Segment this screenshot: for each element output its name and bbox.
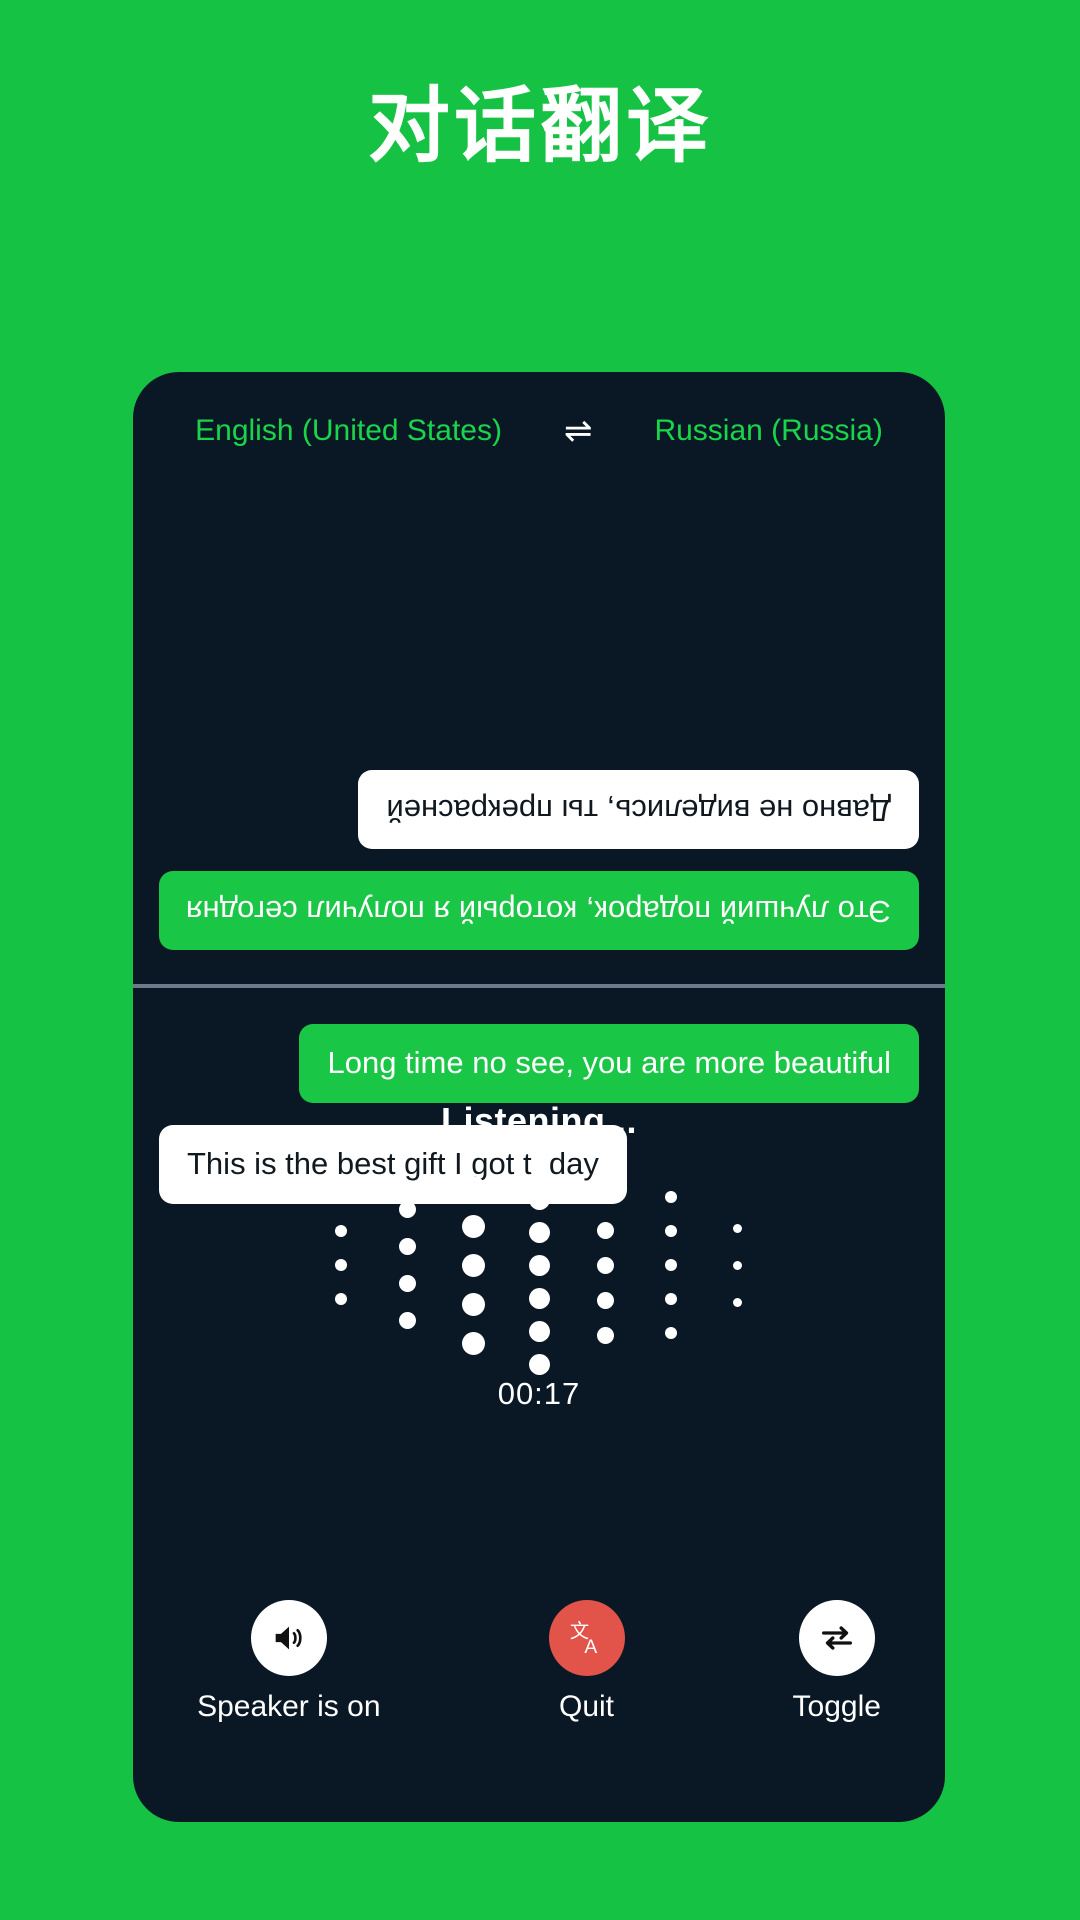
- waveform-column-1: [308, 1225, 374, 1305]
- waveform-dot: [398, 1312, 416, 1329]
- message-row: Давно не виделись, ты прекрасней: [159, 770, 919, 850]
- waveform-dot: [528, 1155, 550, 1177]
- listening-status-label: Listening...: [440, 1100, 637, 1141]
- waveform-dot: [665, 1259, 677, 1271]
- phone-panel: English (United States) ⇌ Russian (Russi…: [133, 372, 945, 1822]
- waveform-column-6: [638, 1191, 704, 1339]
- toggle-button[interactable]: Toggle: [793, 1600, 881, 1724]
- waveform-dot: [596, 1291, 614, 1309]
- waveform-dot: [528, 1320, 550, 1342]
- remote-conversation-pane: Это лучший подарок, который я получил се…: [133, 372, 945, 986]
- quit-button[interactable]: 文 A Quit: [548, 1600, 625, 1724]
- waveform-dot: [528, 1221, 550, 1243]
- waveform-dot: [665, 1293, 677, 1305]
- waveform-dot: [461, 1292, 485, 1316]
- waveform-dot: [665, 1225, 677, 1237]
- waveform-dot: [528, 1287, 550, 1309]
- waveform-column-2: [374, 1201, 440, 1329]
- message-bubble-local-1[interactable]: Long time no see, you are more beautiful: [299, 1024, 919, 1103]
- waveform-dot: [461, 1175, 485, 1199]
- recording-timer: 00:17: [497, 1376, 581, 1411]
- waveform-dot: [528, 1353, 550, 1375]
- waveform-dot: [528, 1188, 550, 1210]
- translate-icon: 文 A: [569, 1619, 597, 1658]
- waveform-column-7: [704, 1223, 770, 1307]
- waveform-dot: [596, 1186, 614, 1204]
- waveform-column-3: [440, 1175, 506, 1355]
- message-row: Это лучший подарок, который я получил се…: [159, 871, 919, 950]
- waveform-dot: [461, 1253, 485, 1277]
- speaker-button[interactable]: Speaker is on: [197, 1600, 381, 1724]
- waveform-dot: [732, 1260, 742, 1270]
- waveform-dot: [398, 1238, 416, 1255]
- svg-text:A: A: [584, 1637, 597, 1658]
- waveform-dot: [665, 1191, 677, 1203]
- message-row: Long time no see, you are more beautiful: [159, 1024, 919, 1103]
- audio-waveform: [133, 1155, 945, 1375]
- waveform-dot: [461, 1214, 485, 1238]
- waveform-dot: [596, 1256, 614, 1274]
- toggle-button-circle[interactable]: [798, 1600, 875, 1676]
- waveform-dot: [596, 1326, 614, 1344]
- control-bar: Speaker is on 文 A Quit Toggle: [133, 1600, 945, 1724]
- waveform-dot: [335, 1225, 347, 1237]
- waveform-dot: [732, 1297, 742, 1307]
- swap-arrows-icon: [821, 1626, 852, 1650]
- listening-section: Listening... 00:17: [133, 1100, 945, 1412]
- toggle-button-label: Toggle: [792, 1690, 881, 1723]
- waveform-dot: [398, 1201, 416, 1218]
- waveform-dot: [461, 1331, 485, 1355]
- waveform-column-5: [572, 1186, 638, 1344]
- waveform-dot: [732, 1223, 742, 1233]
- page-title: 对话翻译: [367, 81, 712, 172]
- waveform-dot: [398, 1275, 416, 1292]
- waveform-dot: [335, 1293, 347, 1305]
- message-bubble-remote-2[interactable]: Давно не виделись, ты прекрасней: [358, 770, 919, 850]
- waveform-dot: [665, 1327, 677, 1339]
- waveform-dot: [335, 1259, 347, 1271]
- quit-button-circle[interactable]: 文 A: [548, 1600, 625, 1676]
- speaker-on-icon: [275, 1626, 302, 1650]
- speaker-button-circle[interactable]: [250, 1600, 327, 1676]
- waveform-column-4: [506, 1155, 572, 1375]
- waveform-dot: [528, 1254, 550, 1276]
- waveform-dot: [596, 1221, 614, 1239]
- speaker-button-label: Speaker is on: [197, 1690, 381, 1723]
- message-bubble-remote-1[interactable]: Это лучший подарок, который я получил се…: [159, 871, 919, 950]
- quit-button-label: Quit: [559, 1690, 615, 1723]
